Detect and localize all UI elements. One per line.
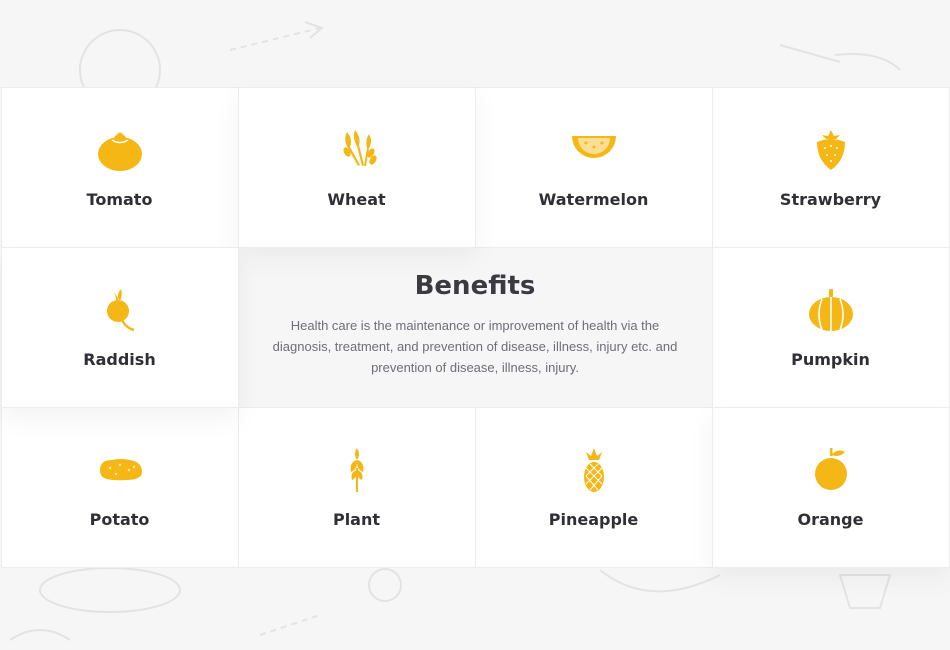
wheat-icon [331,124,383,176]
strawberry-icon [805,124,857,176]
benefits-panel: Benefits Health care is the maintenance … [238,247,712,407]
item-card-potato: Potato [0,406,239,568]
item-label: Plant [332,509,381,529]
plant-icon [331,444,383,496]
item-card-strawberry: Strawberry [711,86,950,248]
item-card-tomato: Tomato [0,86,239,248]
item-card-raddish: Raddish [0,246,239,408]
item-label: Pumpkin [791,349,870,369]
item-label: Potato [89,509,150,529]
item-card-orange: Orange [711,406,950,568]
item-label: Tomato [86,189,153,209]
pumpkin-icon [805,284,857,336]
benefits-title: Benefits [414,271,536,301]
raddish-icon [94,284,146,336]
item-label: Orange [797,509,864,529]
item-label: Wheat [327,189,386,209]
benefits-grid: Tomato Wheat Watermelon Strawberry Raddi… [0,86,950,568]
orange-icon [805,444,857,496]
pineapple-icon [568,444,620,496]
item-label: Raddish [83,349,156,369]
item-card-wheat: Wheat [237,86,476,248]
watermelon-icon [568,124,620,176]
item-label: Watermelon [538,189,649,209]
item-label: Strawberry [779,189,882,209]
item-card-pineapple: Pineapple [474,406,713,568]
item-card-plant: Plant [237,406,476,568]
tomato-icon [94,124,146,176]
item-card-pumpkin: Pumpkin [711,246,950,408]
potato-icon [94,444,146,496]
benefits-description: Health care is the maintenance or improv… [272,318,678,375]
item-card-watermelon: Watermelon [474,86,713,248]
item-label: Pineapple [548,509,639,529]
